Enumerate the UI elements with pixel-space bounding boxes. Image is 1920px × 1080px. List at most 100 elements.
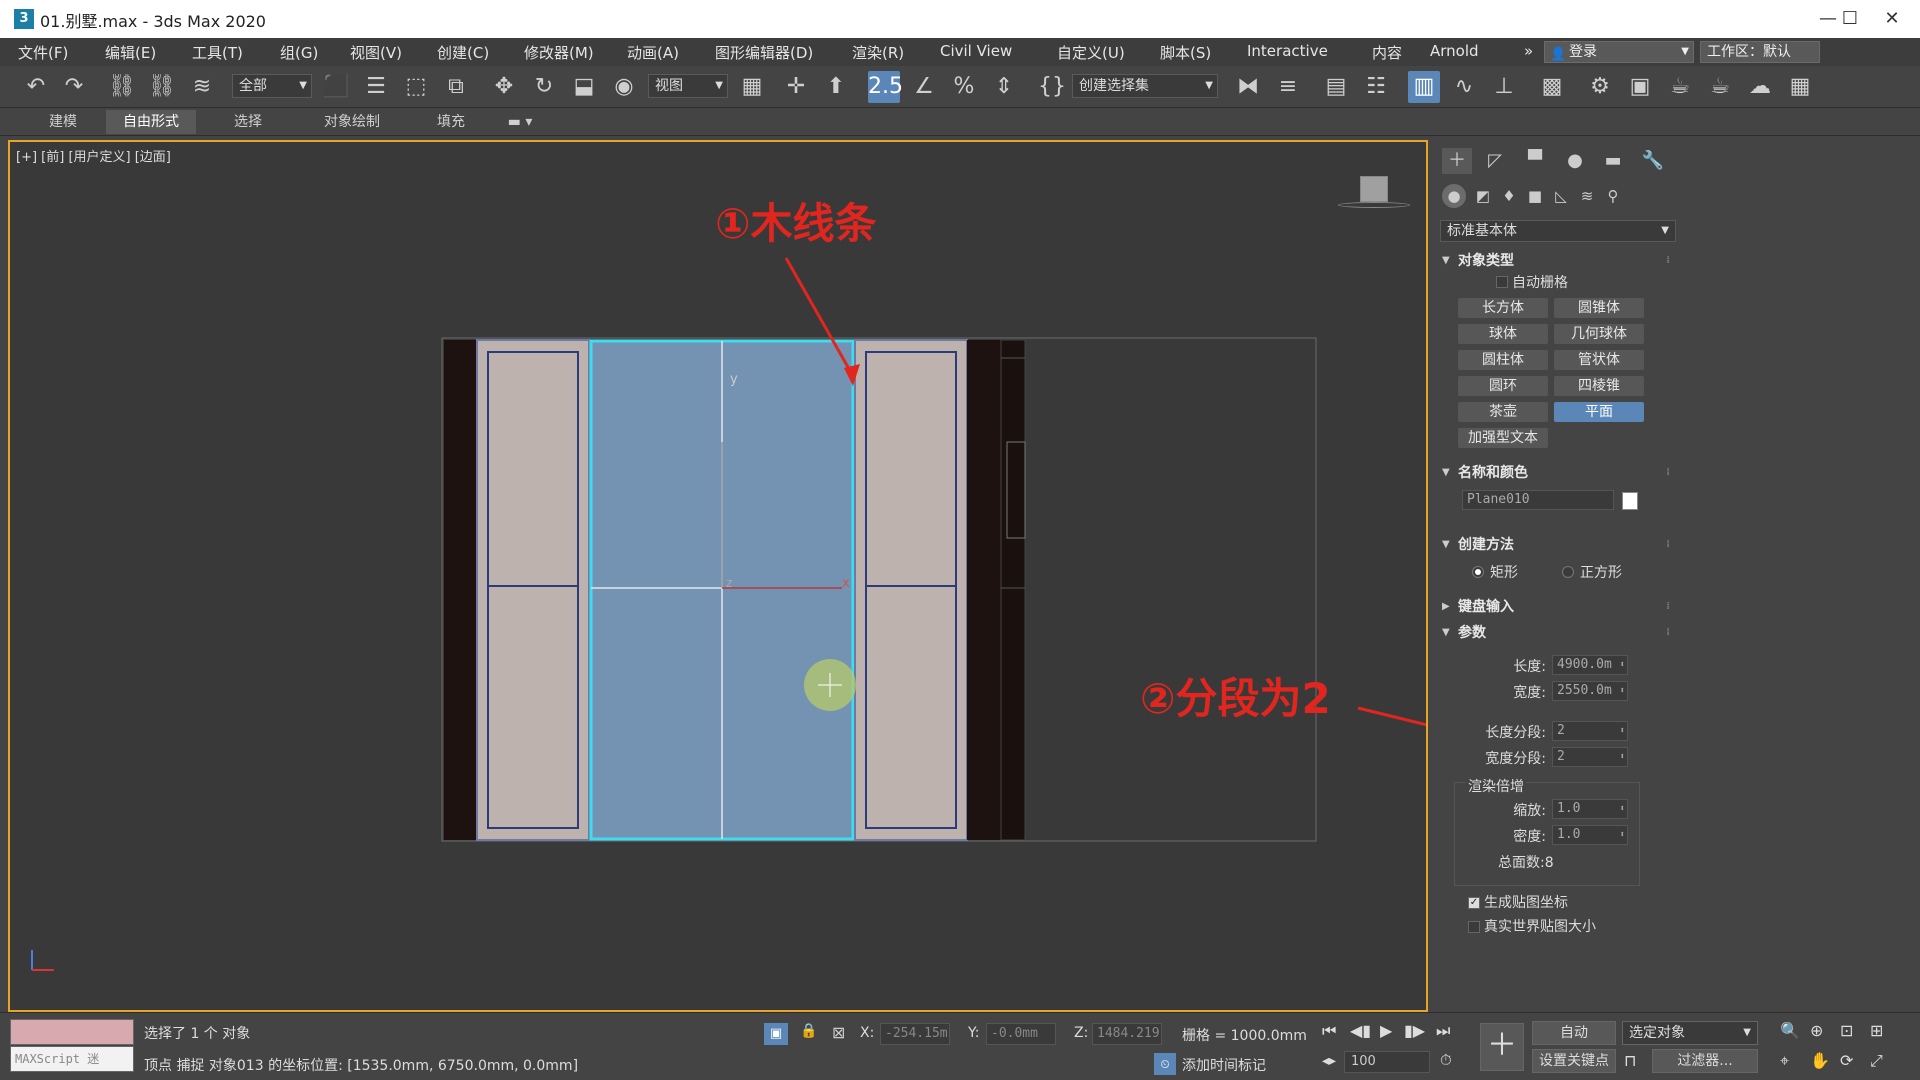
move-icon[interactable]: ✥ <box>488 71 520 103</box>
scale-spinner[interactable]: 1.0 ⬍ <box>1552 799 1628 819</box>
tab-selection[interactable]: 选择 <box>212 110 284 134</box>
cylinder-button[interactable]: 圆柱体 <box>1458 350 1548 370</box>
hierarchy-tab-icon[interactable]: ▀ <box>1520 148 1550 174</box>
display-tab-icon[interactable]: ▬ <box>1598 148 1628 174</box>
key-filters-button[interactable]: 过滤器... <box>1652 1049 1758 1073</box>
spinner-snap-icon[interactable]: ⇕ <box>988 71 1020 103</box>
menu-modifiers[interactable]: 修改器(M) <box>524 42 594 63</box>
viewcube-ring[interactable] <box>1338 202 1410 208</box>
rollout-name-color[interactable]: ▼ 名称和颜色 ⁞ <box>1440 462 1676 484</box>
login-dropdown[interactable]: 👤 登录 ▼ <box>1544 41 1694 63</box>
menu-file[interactable]: 文件(F) <box>18 42 68 63</box>
pivot-center-icon[interactable]: ▦ <box>736 71 768 103</box>
bind-space-warp-icon[interactable]: ≋ <box>186 71 218 103</box>
keyboard-shortcut-icon[interactable]: ⬆ <box>820 71 852 103</box>
width-spinner[interactable]: 2550.0m ⬍ <box>1552 681 1628 701</box>
teapot-button[interactable]: 茶壶 <box>1458 402 1548 422</box>
prev-frame-icon[interactable]: ◀▮ <box>1350 1021 1371 1040</box>
viewport-front[interactable]: [+] [前] [用户定义] [边面] y x z ①木线条 ②分段为2 <box>8 140 1428 1012</box>
curve-editor-icon[interactable]: ∿ <box>1448 71 1480 103</box>
menu-rendering[interactable]: 渲染(R) <box>852 42 904 63</box>
goto-start-icon[interactable]: ⏮ <box>1322 1021 1336 1041</box>
time-config-icon[interactable]: ⏱ <box>1440 1051 1452 1069</box>
cameras-icon[interactable]: ■ <box>1522 184 1548 208</box>
schematic-view-icon[interactable]: ⊥ <box>1488 71 1520 103</box>
menu-more[interactable]: » <box>1524 42 1533 60</box>
absolute-mode-icon[interactable]: ⊠ <box>832 1023 845 1042</box>
ribbon-toggle-icon[interactable]: ▥ <box>1408 71 1440 103</box>
modify-tab-icon[interactable]: ◸ <box>1480 148 1510 174</box>
menu-tools[interactable]: 工具(T) <box>192 42 243 63</box>
spinner-arrows-icon[interactable]: ⬍ <box>1620 800 1625 818</box>
gen-mapping-checkbox[interactable]: ✓ <box>1468 897 1480 909</box>
ribbon-options-icon[interactable]: ▬ ▾ <box>500 110 540 134</box>
sphere-button[interactable]: 球体 <box>1458 324 1548 344</box>
viewcube[interactable] <box>1338 172 1410 212</box>
lock-selection-icon[interactable]: 🔒 <box>800 1023 817 1039</box>
field-of-view-icon[interactable]: ⌖ <box>1780 1051 1789 1071</box>
undo-icon[interactable]: ↶ <box>20 71 52 103</box>
rectangle-radio[interactable] <box>1472 566 1484 578</box>
unlink-icon[interactable]: ⛓ <box>146 71 178 103</box>
goto-end-icon[interactable]: ⏭ <box>1436 1021 1450 1041</box>
percent-snap-icon[interactable]: % <box>948 71 980 103</box>
orbit-icon[interactable]: ⟳ <box>1840 1051 1853 1070</box>
menu-graph-editors[interactable]: 图形编辑器(D) <box>715 42 813 63</box>
primitive-category-dropdown[interactable]: 标准基本体 ▼ <box>1440 220 1676 242</box>
rollout-creation-method[interactable]: ▼ 创建方法 ⁞ <box>1440 534 1676 556</box>
layer-explorer-icon[interactable]: ☷ <box>1360 71 1392 103</box>
zoom-all-icon[interactable]: ⊕ <box>1810 1021 1823 1040</box>
set-key-button[interactable]: 设置关键点 <box>1532 1049 1616 1073</box>
spinner-arrows-icon[interactable]: ⬍ <box>1620 656 1625 674</box>
zoom-extents-icon[interactable]: ⊡ <box>1840 1021 1853 1040</box>
menu-create[interactable]: 创建(C) <box>437 42 489 63</box>
window-crossing-icon[interactable]: ⧉ <box>440 71 472 103</box>
systems-icon[interactable]: ⚲ <box>1600 184 1626 208</box>
maxscript-mini-listener[interactable]: MAXScript 迷 <box>10 1046 134 1072</box>
rollout-parameters[interactable]: ▼ 参数 ⁞ <box>1440 622 1676 644</box>
geosphere-button[interactable]: 几何球体 <box>1554 324 1644 344</box>
time-config-arrows-icon[interactable]: ◂▸ <box>1322 1053 1336 1069</box>
viewcube-face[interactable] <box>1360 176 1388 202</box>
maxscript-listener-top[interactable] <box>10 1019 134 1045</box>
key-mode-icon[interactable]: ⊓ <box>1624 1051 1636 1070</box>
next-frame-icon[interactable]: ▮▶ <box>1404 1021 1425 1040</box>
maximize-viewport-icon[interactable]: ⤢ <box>1870 1051 1883 1071</box>
edit-named-sets-icon[interactable]: {} <box>1036 71 1068 103</box>
square-radio[interactable] <box>1562 566 1574 578</box>
torus-button[interactable]: 圆环 <box>1458 376 1548 396</box>
box-button[interactable]: 长方体 <box>1458 298 1548 318</box>
menu-interactive[interactable]: Interactive <box>1247 42 1328 60</box>
shapes-icon[interactable]: ◩ <box>1470 184 1496 208</box>
length-segs-spinner[interactable]: 2 ⬍ <box>1552 721 1628 741</box>
autogrid-checkbox[interactable] <box>1496 276 1508 288</box>
close-button[interactable]: ✕ <box>1872 6 1912 32</box>
play-icon[interactable]: ▶ <box>1380 1021 1392 1040</box>
set-key-icon[interactable]: ＋ <box>1480 1023 1524 1071</box>
zoom-icon[interactable]: 🔍 <box>1780 1021 1800 1040</box>
align-icon[interactable]: ≡ <box>1272 71 1304 103</box>
cone-button[interactable]: 圆锥体 <box>1554 298 1644 318</box>
link-icon[interactable]: ⛓ <box>106 71 138 103</box>
render-production-icon[interactable]: ☕ <box>1664 71 1696 103</box>
tab-populate[interactable]: 填充 <box>420 110 482 134</box>
menu-group[interactable]: 组(G) <box>280 42 318 63</box>
menu-edit[interactable]: 编辑(E) <box>105 42 156 63</box>
object-name-field[interactable]: Plane010 <box>1462 490 1614 510</box>
time-tag-icon[interactable]: ⏲ <box>1154 1053 1176 1075</box>
y-coordinate[interactable]: -0.0mm <box>986 1023 1056 1045</box>
scale-icon[interactable]: ⬓ <box>568 71 600 103</box>
snap-toggle-icon[interactable]: 2.5 <box>868 71 903 103</box>
render-iterative-icon[interactable]: ☕ <box>1704 71 1736 103</box>
rollout-object-type[interactable]: ▼ 对象类型 ⁞ <box>1440 250 1676 272</box>
workspace-dropdown[interactable]: 工作区：默认 <box>1700 41 1820 63</box>
spinner-arrows-icon[interactable]: ⬍ <box>1620 682 1625 700</box>
real-world-checkbox[interactable] <box>1468 921 1480 933</box>
tab-modeling[interactable]: 建模 <box>30 110 96 134</box>
menu-content[interactable]: 内容 <box>1372 42 1402 63</box>
maximize-button[interactable]: ☐ <box>1830 6 1870 32</box>
menu-arnold[interactable]: Arnold <box>1430 42 1479 60</box>
add-time-tag[interactable]: 添加时间标记 <box>1182 1055 1266 1075</box>
render-gallery-icon[interactable]: ▦ <box>1784 71 1816 103</box>
object-color-swatch[interactable] <box>1622 492 1638 510</box>
